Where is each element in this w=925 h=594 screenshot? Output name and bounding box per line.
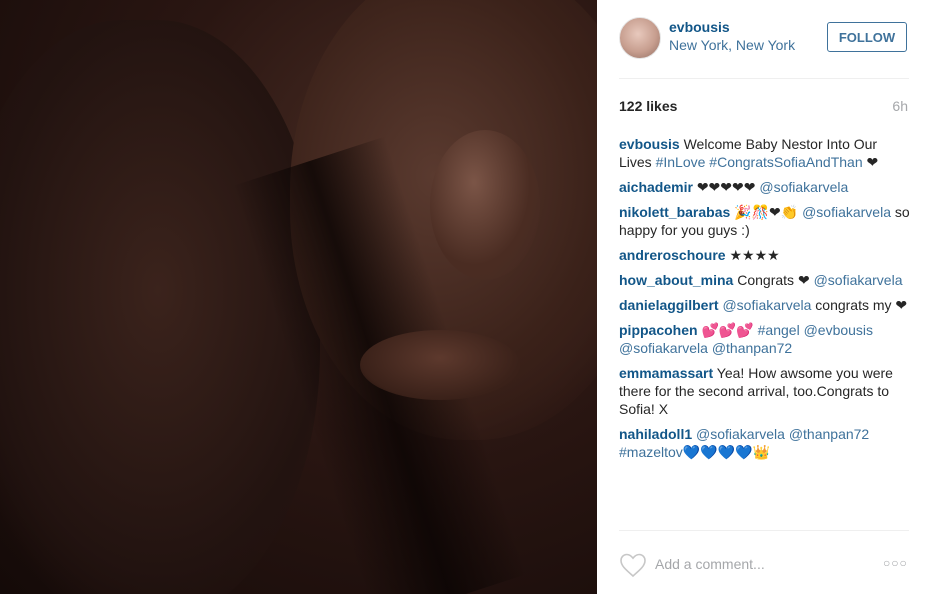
comment-item: andreroschoure ★★★★: [619, 246, 911, 264]
post-photo[interactable]: [0, 0, 597, 594]
comment-item: danielaggilbert @sofiakarvela congrats m…: [619, 296, 911, 314]
comment-link[interactable]: @sofiakarvela: [802, 204, 891, 220]
comment-item: evbousis Welcome Baby Nestor Into Our Li…: [619, 135, 911, 171]
comment-username[interactable]: how_about_mina: [619, 272, 733, 288]
comment-link[interactable]: @sofiakarvela: [696, 426, 785, 442]
comment-link[interactable]: @sofiakarvela: [759, 179, 848, 195]
comment-link[interactable]: #InLove: [656, 154, 706, 170]
comment-item: nahiladoll1 @sofiakarvela @thanpan72 #ma…: [619, 425, 911, 461]
comment-link[interactable]: #angel: [758, 322, 800, 338]
add-comment-input[interactable]: [655, 552, 855, 576]
comment-link[interactable]: @sofiakarvela: [722, 297, 811, 313]
avatar[interactable]: [619, 17, 661, 59]
comment-item: nikolett_barabas 🎉🎊❤👏 @sofiakarvela so h…: [619, 203, 911, 239]
comment-text: 💕💕💕: [697, 322, 758, 338]
comment-item: pippacohen 💕💕💕 #angel @evbousis @sofiaka…: [619, 321, 911, 357]
post-header: evbousis New York, New York FOLLOW: [597, 0, 925, 78]
comment-username[interactable]: nahiladoll1: [619, 426, 692, 442]
comment-item: aichademir ❤❤❤❤❤ @sofiakarvela: [619, 178, 911, 196]
likes-count[interactable]: 122 likes: [619, 98, 677, 114]
comment-item: how_about_mina Congrats ❤ @sofiakarvela: [619, 271, 911, 289]
comment-item: emmamassart Yea! How awsome you were the…: [619, 364, 911, 418]
comment-link[interactable]: #mazeltov: [619, 444, 683, 460]
comment-username[interactable]: danielaggilbert: [619, 297, 719, 313]
comment-link[interactable]: 💙💙💙💙👑: [683, 444, 770, 460]
comment-link[interactable]: @thanpan72: [789, 426, 869, 442]
comment-link[interactable]: @thanpan72: [712, 340, 792, 356]
comment-link[interactable]: @evbousis: [804, 322, 873, 338]
comment-link[interactable]: #CongratsSofiaAndThan: [709, 154, 862, 170]
comment-text: 🎉🎊❤👏: [730, 204, 803, 220]
post-location[interactable]: New York, New York: [669, 37, 795, 53]
comment-username[interactable]: aichademir: [619, 179, 693, 195]
comment-username[interactable]: nikolett_barabas: [619, 204, 730, 220]
ellipsis-icon[interactable]: ○○○: [883, 556, 908, 570]
header-divider: [619, 78, 909, 79]
footer-divider: [619, 530, 909, 531]
comment-username[interactable]: emmamassart: [619, 365, 713, 381]
post-time[interactable]: 6h: [892, 98, 908, 114]
comment-link[interactable]: @sofiakarvela: [814, 272, 903, 288]
photo-shape-lip: [360, 330, 520, 400]
heart-outline-icon[interactable]: [619, 552, 647, 578]
comment-text: ★★★★: [725, 247, 780, 263]
comments-list: evbousis Welcome Baby Nestor Into Our Li…: [619, 135, 911, 468]
comment-text: ❤: [862, 154, 879, 170]
comment-text: congrats my ❤: [811, 297, 908, 313]
comment-text: ❤❤❤❤❤: [692, 179, 760, 195]
comment-username[interactable]: andreroschoure: [619, 247, 726, 263]
comment-link[interactable]: @sofiakarvela: [619, 340, 708, 356]
comment-username[interactable]: evbousis: [619, 136, 680, 152]
post-username[interactable]: evbousis: [669, 19, 730, 35]
post-modal: evbousis New York, New York FOLLOW 122 l…: [0, 0, 925, 594]
post-sidebar: evbousis New York, New York FOLLOW 122 l…: [597, 0, 925, 594]
comment-username[interactable]: pippacohen: [619, 322, 698, 338]
comment-text: Congrats ❤: [733, 272, 814, 288]
photo-shape-nose: [430, 130, 540, 280]
follow-button[interactable]: FOLLOW: [827, 22, 907, 52]
